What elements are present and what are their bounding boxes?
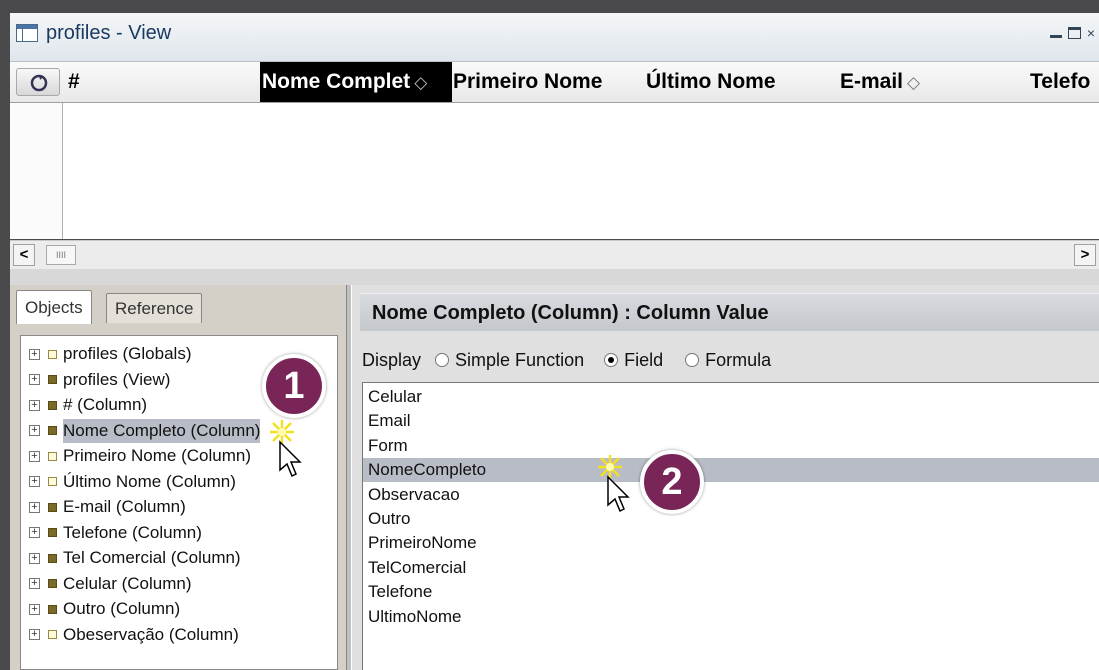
display-options: Display Simple Function Field Formula <box>362 347 771 373</box>
grid-body[interactable] <box>10 103 1099 239</box>
tree-item-label: Nome Completo (Column) <box>63 418 261 443</box>
expand-icon[interactable]: + <box>29 552 40 564</box>
scroll-right-button[interactable]: > <box>1074 244 1096 266</box>
panel-header: Nome Completo (Column) : Column Value <box>360 293 1099 331</box>
radio-simple-function[interactable] <box>435 353 450 367</box>
option-label-simple-function: Simple Function <box>455 350 585 370</box>
tab-reference[interactable]: Reference <box>106 293 203 323</box>
expand-icon[interactable]: + <box>29 527 40 538</box>
tab-objects[interactable]: Objects <box>16 290 92 324</box>
maximize-icon[interactable] <box>1067 27 1081 39</box>
scroll-thumb[interactable]: IIII <box>46 245 76 265</box>
refresh-button[interactable] <box>16 68 60 96</box>
expand-icon[interactable]: + <box>29 348 40 360</box>
tree-item[interactable]: + profiles (Globals) <box>29 342 192 366</box>
tree-item[interactable]: + profiles (View) <box>29 368 170 392</box>
field-list-item[interactable]: Form <box>368 434 408 458</box>
tree-item[interactable]: + Último Nome (Column) <box>29 470 236 494</box>
tree-item-label: Telefone (Column) <box>63 522 202 542</box>
field-list-item[interactable]: NomeCompleto <box>363 458 1099 483</box>
object-icon <box>48 630 57 639</box>
expand-icon[interactable]: + <box>29 399 40 411</box>
tree-item-label: Obeservação (Column) <box>63 624 239 644</box>
display-label: Display <box>362 350 422 370</box>
expand-icon[interactable]: + <box>29 476 40 487</box>
expand-icon[interactable]: + <box>29 629 40 640</box>
field-list-item[interactable]: Observacao <box>368 483 460 507</box>
radio-field[interactable] <box>604 353 619 367</box>
cursor-icon <box>270 420 302 478</box>
title-bar: profiles - View × <box>10 13 1099 62</box>
view-icon <box>16 24 38 42</box>
horizontal-scrollbar[interactable]: < IIII > <box>10 240 1099 270</box>
tree-item[interactable]: + Telefone (Column) <box>29 521 202 545</box>
window-title: profiles - View <box>46 22 172 44</box>
column-header-number[interactable]: # <box>68 62 128 102</box>
column-header-email[interactable]: E-mail ◇ <box>840 62 1020 102</box>
object-icon <box>48 375 57 384</box>
object-icon <box>48 426 57 435</box>
expand-icon[interactable]: + <box>29 374 40 385</box>
row-number-column <box>10 103 63 239</box>
column-header-nome-completo[interactable]: Nome Complet ◇ <box>260 62 452 102</box>
column-value-panel: Nome Completo (Column) : Column Value Di… <box>352 285 1099 670</box>
field-list-item[interactable]: Celular <box>368 385 422 409</box>
option-label-formula: Formula <box>705 350 772 370</box>
field-list-item[interactable]: UltimoNome <box>368 605 462 629</box>
tree-item[interactable]: + Nome Completo (Column) <box>29 418 261 443</box>
tree-item[interactable]: + Tel Comercial (Column) <box>29 546 241 570</box>
object-icon <box>48 400 57 410</box>
step-1-callout: 1 <box>262 354 326 418</box>
tree-item-label: Primeiro Nome (Column) <box>63 446 251 465</box>
expand-icon[interactable]: + <box>29 578 40 589</box>
object-icon <box>48 451 57 461</box>
grid-header: # Nome Complet ◇ Primeiro Nome Último Nom… <box>10 62 1099 103</box>
object-icon <box>48 477 57 486</box>
column-header-ultimo-nome[interactable]: Último Nome <box>646 62 826 102</box>
field-list-item[interactable]: TelComercial <box>368 556 466 580</box>
sort-icon: ◇ <box>907 73 921 92</box>
radio-formula[interactable] <box>685 353 700 367</box>
tree-item-label: profiles (Globals) <box>63 344 192 363</box>
object-icon <box>48 553 57 563</box>
window-controls: × <box>1049 25 1095 41</box>
column-header-telefone[interactable]: Telefo <box>1030 62 1099 102</box>
close-icon[interactable]: × <box>1087 25 1095 41</box>
tree-item[interactable]: + E-mail (Column) <box>29 495 186 519</box>
object-icon <box>48 502 57 512</box>
expand-icon[interactable]: + <box>29 501 40 513</box>
step-2-callout: 2 <box>640 450 704 514</box>
expand-icon[interactable]: + <box>29 425 40 436</box>
minimize-icon[interactable] <box>1049 28 1062 38</box>
tree-item-label: Outro (Column) <box>63 599 181 618</box>
tree-item[interactable]: + Outro (Column) <box>29 597 180 621</box>
object-icon <box>48 528 57 537</box>
field-list-item[interactable]: Email <box>368 409 411 433</box>
refresh-icon <box>30 74 48 92</box>
tree-item-label: # (Column) <box>63 395 148 414</box>
object-icon <box>48 579 57 588</box>
option-label-field: Field <box>624 350 664 370</box>
tree-item-label: profiles (View) <box>63 369 171 389</box>
column-header-primeiro-nome[interactable]: Primeiro Nome <box>453 62 633 102</box>
tree-item[interactable]: + # (Column) <box>29 393 147 417</box>
object-icon <box>48 349 57 359</box>
tree-item-label: Último Nome (Column) <box>63 471 236 491</box>
object-icon <box>48 604 57 614</box>
tree-item-label: E-mail (Column) <box>63 497 186 516</box>
field-list-item[interactable]: PrimeiroNome <box>368 531 477 555</box>
tree-item[interactable]: + Obeservação (Column) <box>29 623 239 647</box>
cursor-icon <box>598 455 630 513</box>
sort-icon: ◇ <box>414 73 428 92</box>
expand-icon[interactable]: + <box>29 603 40 615</box>
expand-icon[interactable]: + <box>29 450 40 462</box>
tree-item-label: Celular (Column) <box>63 573 192 593</box>
field-list-item[interactable]: Outro <box>368 507 411 531</box>
scroll-left-button[interactable]: < <box>13 244 35 266</box>
tree-item[interactable]: + Primeiro Nome (Column) <box>29 444 251 468</box>
tree-item-label: Tel Comercial (Column) <box>63 548 241 567</box>
tree-item[interactable]: + Celular (Column) <box>29 572 191 596</box>
field-list-item[interactable]: Telefone <box>368 580 432 604</box>
field-list: Celular Email Form NomeCompleto Observacao Ou… <box>362 382 1099 670</box>
